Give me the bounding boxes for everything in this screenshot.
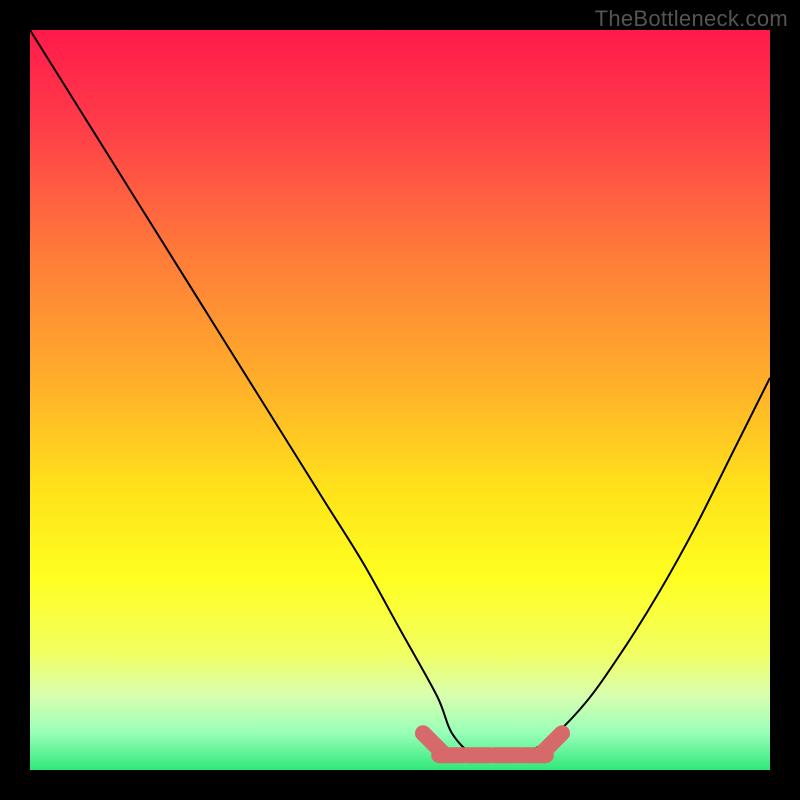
plot-area — [30, 30, 770, 770]
gradient-background — [30, 30, 770, 770]
chart-container: TheBottleneck.com — [0, 0, 800, 800]
chart-svg — [30, 30, 770, 770]
watermark-text: TheBottleneck.com — [595, 6, 788, 32]
